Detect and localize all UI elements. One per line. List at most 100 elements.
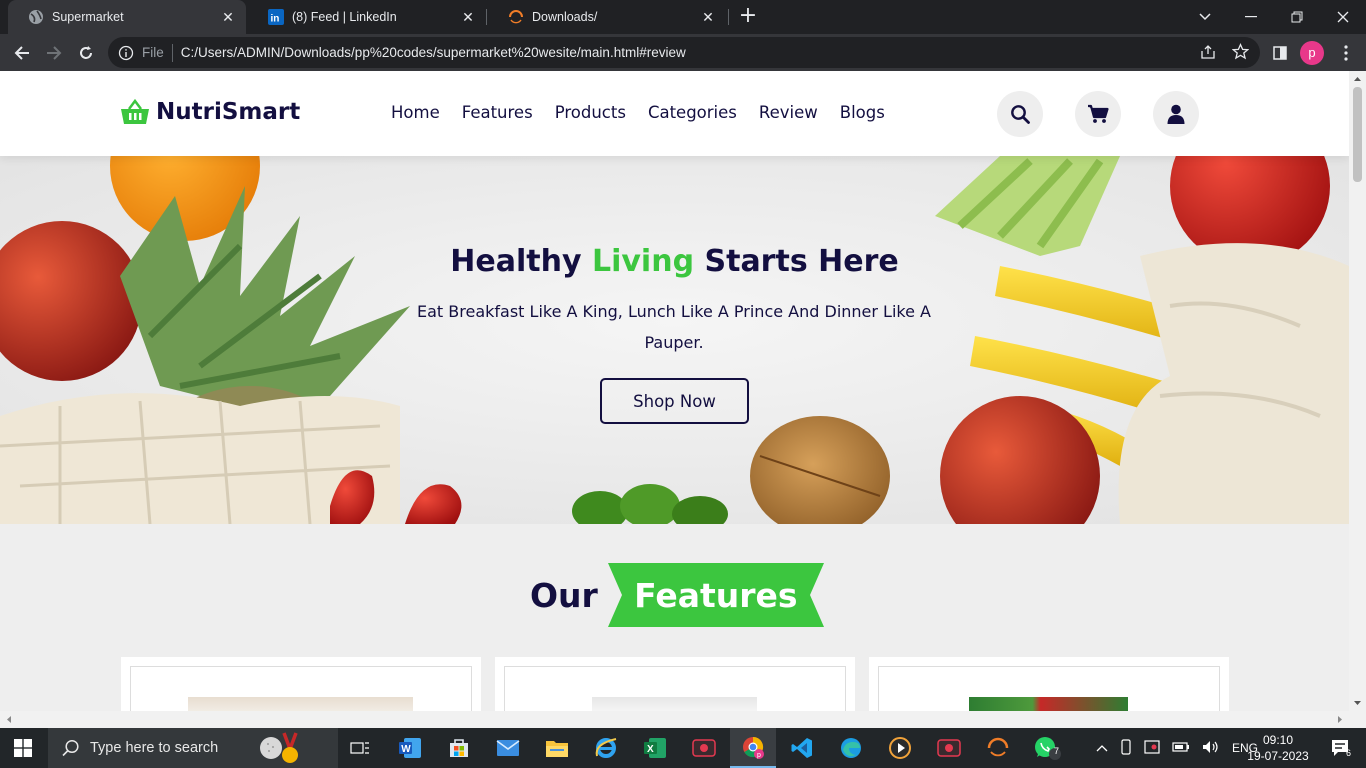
svg-text:W: W bbox=[401, 744, 411, 755]
folder-icon bbox=[546, 741, 568, 757]
screen-clip-icon[interactable] bbox=[1144, 739, 1160, 757]
cart-button[interactable] bbox=[1075, 91, 1121, 137]
nav-home[interactable]: Home bbox=[391, 103, 440, 122]
phone-link-icon[interactable] bbox=[1120, 738, 1132, 758]
profile-avatar[interactable]: p bbox=[1300, 41, 1324, 65]
taskbar-file-explorer[interactable] bbox=[534, 728, 580, 768]
tab-linkedin[interactable]: in (8) Feed | LinkedIn ✕ bbox=[248, 0, 486, 34]
notification-center-button[interactable]: 6 bbox=[1318, 728, 1364, 768]
shop-now-button[interactable]: Shop Now bbox=[600, 378, 749, 424]
brand-name: NutriSmart bbox=[156, 99, 301, 125]
taskbar-whatsapp[interactable]: 7 bbox=[1024, 728, 1070, 768]
taskbar-store[interactable] bbox=[436, 728, 482, 768]
info-icon[interactable] bbox=[118, 45, 134, 61]
close-tab-icon[interactable]: ✕ bbox=[460, 9, 476, 25]
task-view-button[interactable] bbox=[337, 728, 383, 768]
loading-icon bbox=[508, 9, 524, 25]
close-window-button[interactable] bbox=[1320, 0, 1366, 34]
tab-downloads[interactable]: Downloads/ ✕ bbox=[488, 0, 726, 34]
tab-separator bbox=[486, 9, 487, 25]
taskbar-recorder-2[interactable] bbox=[926, 728, 972, 768]
new-tab-button[interactable]: + bbox=[736, 5, 760, 29]
tab-supermarket[interactable]: Supermarket ✕ bbox=[8, 0, 246, 34]
feature-image bbox=[592, 697, 757, 711]
screen-recorder-icon bbox=[937, 739, 961, 757]
heading-highlight: Features bbox=[634, 575, 798, 615]
nav-features[interactable]: Features bbox=[462, 103, 533, 122]
scroll-right-icon[interactable] bbox=[1334, 711, 1346, 728]
search-icon bbox=[62, 739, 79, 757]
clock-date: 19-07-2023 bbox=[1247, 749, 1309, 763]
hero-subtitle: Eat Breakfast Like A King, Lunch Like A … bbox=[417, 302, 931, 352]
svg-text:p: p bbox=[757, 752, 761, 759]
taskbar-media-player[interactable] bbox=[877, 728, 923, 768]
golf-medal-icon bbox=[260, 732, 298, 763]
heading-prefix: Our bbox=[530, 575, 598, 615]
internet-explorer-icon bbox=[595, 738, 617, 758]
tab-title: Downloads/ bbox=[532, 10, 598, 24]
task-view-icon bbox=[350, 742, 369, 754]
taskbar-search-placeholder: Type here to search bbox=[90, 740, 219, 756]
close-tab-icon[interactable]: ✕ bbox=[700, 9, 716, 25]
scroll-down-icon[interactable] bbox=[1349, 697, 1366, 709]
brand-logo[interactable]: NutriSmart bbox=[120, 98, 300, 126]
taskbar-excel[interactable]: X bbox=[632, 728, 678, 768]
start-button[interactable] bbox=[0, 728, 46, 768]
share-icon[interactable] bbox=[1200, 44, 1216, 63]
browser-menu-icon[interactable] bbox=[1332, 39, 1360, 67]
feature-card bbox=[121, 657, 481, 711]
taskbar-internet-explorer[interactable] bbox=[583, 728, 629, 768]
search-icon bbox=[1011, 105, 1030, 124]
tab-search-icon[interactable] bbox=[1182, 0, 1228, 34]
taskbar-mail[interactable] bbox=[485, 728, 531, 768]
store-icon bbox=[450, 739, 468, 757]
close-tab-icon[interactable]: ✕ bbox=[220, 9, 236, 25]
clock-time: 09:10 bbox=[1262, 733, 1294, 747]
globe-icon bbox=[28, 9, 44, 25]
browser-tab-strip: Supermarket ✕ in (8) Feed | LinkedIn ✕ D… bbox=[0, 0, 1366, 34]
tray-chevron-up-icon[interactable] bbox=[1096, 741, 1108, 755]
taskbar-search[interactable]: Type here to search bbox=[48, 728, 338, 768]
windows-icon bbox=[14, 739, 32, 757]
side-panel-icon[interactable] bbox=[1266, 39, 1294, 67]
search-button[interactable] bbox=[997, 91, 1043, 137]
horizontal-scrollbar[interactable] bbox=[0, 711, 1366, 728]
features-heading: Our Features bbox=[530, 563, 824, 627]
chrome-icon: p bbox=[743, 736, 764, 759]
taskbar-recorder[interactable] bbox=[681, 728, 727, 768]
volume-icon[interactable] bbox=[1202, 740, 1220, 757]
media-player-icon bbox=[889, 737, 911, 759]
reload-button[interactable] bbox=[72, 39, 100, 67]
taskbar-vscode[interactable] bbox=[779, 728, 825, 768]
taskbar-loading-app[interactable] bbox=[975, 728, 1021, 768]
address-bar[interactable]: File C:/Users/ADMIN/Downloads/pp%20codes… bbox=[108, 37, 1260, 68]
scrollbar-thumb[interactable] bbox=[1353, 87, 1362, 182]
tab-separator bbox=[728, 9, 729, 25]
user-button[interactable] bbox=[1153, 91, 1199, 137]
scroll-up-icon[interactable] bbox=[1349, 73, 1366, 85]
address-divider bbox=[171, 43, 173, 62]
taskbar-edge[interactable] bbox=[828, 728, 874, 768]
browser-toolbar: File C:/Users/ADMIN/Downloads/pp%20codes… bbox=[0, 34, 1366, 71]
edge-icon bbox=[841, 738, 861, 758]
battery-icon[interactable] bbox=[1172, 741, 1190, 756]
nav-products[interactable]: Products bbox=[555, 103, 626, 122]
back-button[interactable] bbox=[8, 39, 36, 67]
forward-button[interactable] bbox=[40, 39, 68, 67]
minimize-button[interactable] bbox=[1228, 0, 1274, 34]
address-url[interactable]: C:/Users/ADMIN/Downloads/pp%20codes/supe… bbox=[181, 45, 686, 60]
nav-categories[interactable]: Categories bbox=[648, 103, 737, 122]
main-nav: Home Features Products Categories Review… bbox=[391, 103, 907, 122]
taskbar-word[interactable]: W bbox=[387, 728, 433, 768]
restore-button[interactable] bbox=[1274, 0, 1320, 34]
bookmark-star-icon[interactable] bbox=[1231, 43, 1250, 63]
nav-blogs[interactable]: Blogs bbox=[840, 103, 885, 122]
taskbar-clock[interactable]: 09:10 19-07-2023 bbox=[1240, 732, 1316, 764]
vertical-scrollbar[interactable] bbox=[1349, 71, 1366, 711]
taskbar-chrome[interactable]: p bbox=[730, 728, 776, 768]
tab-title: (8) Feed | LinkedIn bbox=[292, 10, 397, 24]
scroll-left-icon[interactable] bbox=[3, 711, 15, 728]
whatsapp-badge: 7 bbox=[1054, 746, 1060, 756]
feature-card bbox=[495, 657, 855, 711]
nav-review[interactable]: Review bbox=[759, 103, 818, 122]
